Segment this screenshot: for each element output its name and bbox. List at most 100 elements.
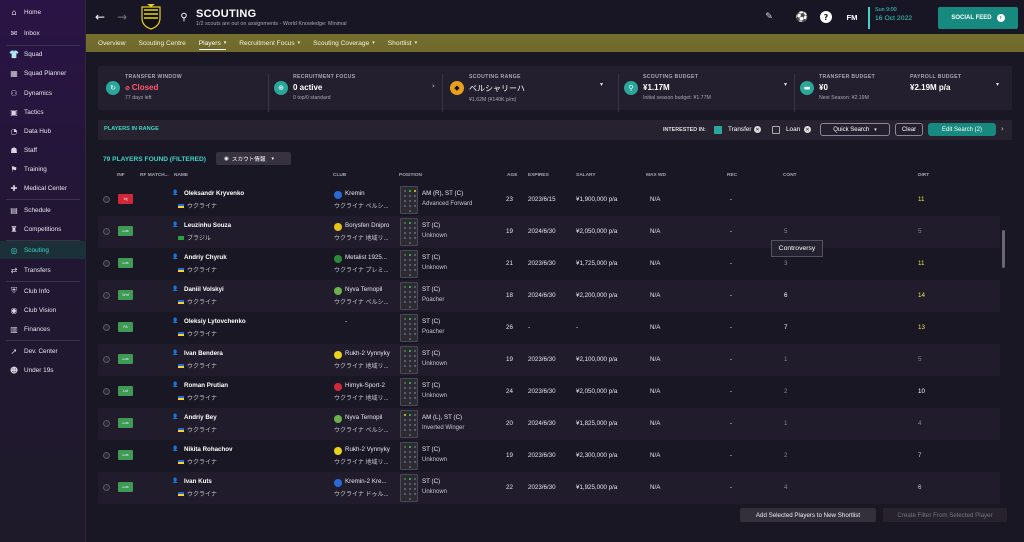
tab-scouting-coverage[interactable]: Scouting Coverage ▾ bbox=[313, 34, 375, 52]
sidebar-item-competitions[interactable]: ♜ Competitions bbox=[0, 220, 86, 238]
transfer-options-icon[interactable]: ✕ bbox=[754, 126, 761, 133]
table-row[interactable]: Wnt 👤 Daniil Volskyi ウクライナ Nyva Ternopil… bbox=[98, 280, 1000, 312]
row-select-radio[interactable] bbox=[103, 484, 110, 491]
club-name[interactable]: Kremin bbox=[345, 190, 365, 197]
player-name[interactable]: Andriy Bey bbox=[184, 414, 217, 421]
loan-options-icon[interactable]: ✕ bbox=[804, 126, 811, 133]
club-name[interactable]: - bbox=[345, 318, 347, 325]
loan-checkbox[interactable] bbox=[772, 126, 780, 134]
sidebar-item-training[interactable]: ⚑ Training bbox=[0, 160, 86, 178]
table-row[interactable]: Lst 👤 Roman Prutian ウクライナ Hirnyk-Sport-2… bbox=[98, 376, 1000, 408]
back-arrow-icon[interactable]: ← bbox=[94, 10, 106, 24]
sidebar-item-scouting[interactable]: ◎ Scouting bbox=[0, 241, 86, 259]
tab-shortlist[interactable]: Shortlist ▾ bbox=[388, 34, 417, 52]
sidebar-item-tactics[interactable]: ▣ Tactics bbox=[0, 103, 86, 121]
table-row[interactable]: Loa 👤 Ivan Kuts ウクライナ Kremin-2 Kre... ウク… bbox=[98, 472, 1000, 504]
transfer-window-box[interactable]: ↻ TRANSFER WINDOW ⊘ Closed 77 days left bbox=[106, 74, 266, 116]
transfer-checkbox[interactable] bbox=[714, 126, 722, 134]
sidebar-item-under-19s[interactable]: ☻ Under 19s bbox=[0, 361, 86, 379]
col-header-club[interactable]: CLUB bbox=[333, 173, 346, 178]
sidebar-item-finances[interactable]: ▥ Finances bbox=[0, 320, 86, 338]
col-header-rf-match[interactable]: RF MATCH... bbox=[140, 173, 169, 178]
player-name[interactable]: Ivan Bendera bbox=[184, 350, 223, 357]
tab-overview[interactable]: Overview bbox=[98, 34, 125, 52]
col-header-max-wd[interactable]: MAX WD bbox=[646, 173, 666, 178]
payroll-budget-box[interactable]: PAYROLL BUDGET ¥2.19M p/a ▾ bbox=[910, 74, 1008, 116]
search-icon[interactable]: ⚲ bbox=[178, 11, 190, 23]
clear-button[interactable]: Clear bbox=[895, 123, 923, 136]
sidebar-item-squad[interactable]: 👕 Squad bbox=[0, 45, 86, 63]
sidebar-item-medical-center[interactable]: ✚ Medical Center bbox=[0, 179, 86, 197]
pencil-icon[interactable]: ✎ bbox=[764, 12, 774, 22]
scrollbar[interactable] bbox=[1002, 230, 1005, 268]
date-display[interactable]: Sun 9:00 16 Oct 2022 bbox=[868, 7, 928, 29]
row-select-radio[interactable] bbox=[103, 356, 110, 363]
row-select-radio[interactable] bbox=[103, 292, 110, 299]
player-name[interactable]: Daniil Volskyi bbox=[184, 286, 224, 293]
row-select-radio[interactable] bbox=[103, 420, 110, 427]
club-name[interactable]: Hirnyk-Sport-2 bbox=[345, 382, 385, 389]
col-header-age[interactable]: AGE bbox=[507, 173, 517, 178]
add-to-shortlist-button[interactable]: Add Selected Players to New Shortlist bbox=[740, 508, 876, 522]
scouting-range-box[interactable]: ◆ SCOUTING RANGE ベルシャリーハ ¥1.62M (¥140K p… bbox=[450, 74, 614, 116]
col-header-position[interactable]: POSITION bbox=[399, 173, 422, 178]
player-name[interactable]: Andriy Chyruk bbox=[184, 254, 227, 261]
table-row[interactable]: Loa 👤 Leuzinhu Souza ブラジル Borysfen Dnipr… bbox=[98, 216, 1000, 248]
table-row[interactable]: Loa 👤 Andriy Bey ウクライナ Nyva Ternopil ウクラ… bbox=[98, 408, 1000, 440]
player-name[interactable]: Ivan Kuts bbox=[184, 478, 212, 485]
row-select-radio[interactable] bbox=[103, 388, 110, 395]
row-select-radio[interactable] bbox=[103, 228, 110, 235]
player-name[interactable]: Roman Prutian bbox=[184, 382, 228, 389]
scouting-budget-box[interactable]: ⚲ SCOUTING BUDGET ¥1.17M Initial season … bbox=[624, 74, 790, 116]
forward-arrow-icon[interactable]: → bbox=[116, 10, 128, 24]
row-select-radio[interactable] bbox=[103, 260, 110, 267]
tab-players[interactable]: Players ▾ bbox=[198, 34, 226, 52]
sidebar-item-staff[interactable]: ☗ Staff bbox=[0, 141, 86, 159]
player-name[interactable]: Nikita Rohachov bbox=[184, 446, 232, 453]
club-name[interactable]: Metalist 1925... bbox=[345, 254, 387, 261]
sidebar-item-squad-planner[interactable]: ▦ Squad Planner bbox=[0, 64, 86, 82]
tab-recruitment-focus[interactable]: Recruitment Focus ▾ bbox=[239, 34, 300, 52]
col-header-name[interactable]: NAME bbox=[174, 173, 188, 178]
club-name[interactable]: Kremin-2 Kre... bbox=[345, 478, 387, 485]
sidebar-item-dev-center[interactable]: ➚ Dev. Center bbox=[0, 342, 86, 360]
col-header-inf[interactable]: INF bbox=[117, 173, 125, 178]
row-select-radio[interactable] bbox=[103, 324, 110, 331]
col-header-dirt[interactable]: DIRT bbox=[918, 173, 929, 178]
club-name[interactable]: Nyva Ternopil bbox=[345, 286, 382, 293]
table-row[interactable]: Loa 👤 Ivan Bendera ウクライナ Rukh-2 Vynnyky … bbox=[98, 344, 1000, 376]
table-row[interactable]: FA 👤 Oleksiy Lytovchenko ウクライナ - ST (C) … bbox=[98, 312, 1000, 344]
sidebar-item-dynamics[interactable]: ⚇ Dynamics bbox=[0, 84, 86, 102]
col-header-salary[interactable]: SALARY bbox=[576, 173, 596, 178]
edit-search-button[interactable]: Edit Search (2) bbox=[928, 123, 996, 136]
club-name[interactable]: Rukh-2 Vynnyky bbox=[345, 446, 390, 453]
col-header-rec[interactable]: REC bbox=[727, 173, 737, 178]
col-header-expires[interactable]: EXPIRES bbox=[528, 173, 549, 178]
sidebar-item-club-vision[interactable]: ◉ Club Vision bbox=[0, 301, 86, 319]
club-badge-icon[interactable]: ⚽ bbox=[796, 11, 808, 23]
player-name[interactable]: Leuzinhu Souza bbox=[184, 222, 231, 229]
social-feed-button[interactable]: SOCIAL FEED › bbox=[938, 7, 1018, 29]
sidebar-item-club-info[interactable]: ⛨ Club Info bbox=[0, 282, 86, 300]
club-name[interactable]: Rukh-2 Vynnyky bbox=[345, 350, 390, 357]
chevron-right-icon[interactable]: › bbox=[1001, 125, 1004, 133]
row-select-radio[interactable] bbox=[103, 196, 110, 203]
club-name[interactable]: Nyva Ternopil bbox=[345, 414, 382, 421]
table-row[interactable]: Inj 👤 Oleksandr Kryvenko ウクライナ Kremin ウク… bbox=[98, 184, 1000, 216]
table-row[interactable]: Loa 👤 Nikita Rohachov ウクライナ Rukh-2 Vynny… bbox=[98, 440, 1000, 472]
create-filter-button[interactable]: Create Filter From Selected Player bbox=[883, 508, 1007, 522]
fm-menu-button[interactable]: FM bbox=[844, 12, 860, 22]
view-dropdown[interactable]: ◉ スカウト情報 ▾ bbox=[216, 152, 291, 165]
tab-scouting-centre[interactable]: Scouting Centre bbox=[138, 34, 185, 52]
sidebar-item-transfers[interactable]: ⇄ Transfers bbox=[0, 261, 86, 279]
player-name[interactable]: Oleksiy Lytovchenko bbox=[184, 318, 246, 325]
sidebar-item-home[interactable]: ⌂ Home bbox=[0, 3, 86, 21]
player-name[interactable]: Oleksandr Kryvenko bbox=[184, 190, 244, 197]
club-name[interactable]: Borysfen Dnipro bbox=[345, 222, 389, 229]
col-header-cont[interactable]: CONT bbox=[783, 173, 797, 178]
recruitment-focus-box[interactable]: ⊕ RECRUITMENT FOCUS 0 active 0 top/0 sta… bbox=[274, 74, 436, 116]
sidebar-item-data-hub[interactable]: ◔ Data Hub bbox=[0, 122, 86, 140]
table-row[interactable]: Loa 👤 Andriy Chyruk ウクライナ Metalist 1925.… bbox=[98, 248, 1000, 280]
transfer-budget-box[interactable]: ▬ TRANSFER BUDGET ¥0 Next Season: ¥2.19M bbox=[800, 74, 896, 116]
row-select-radio[interactable] bbox=[103, 452, 110, 459]
